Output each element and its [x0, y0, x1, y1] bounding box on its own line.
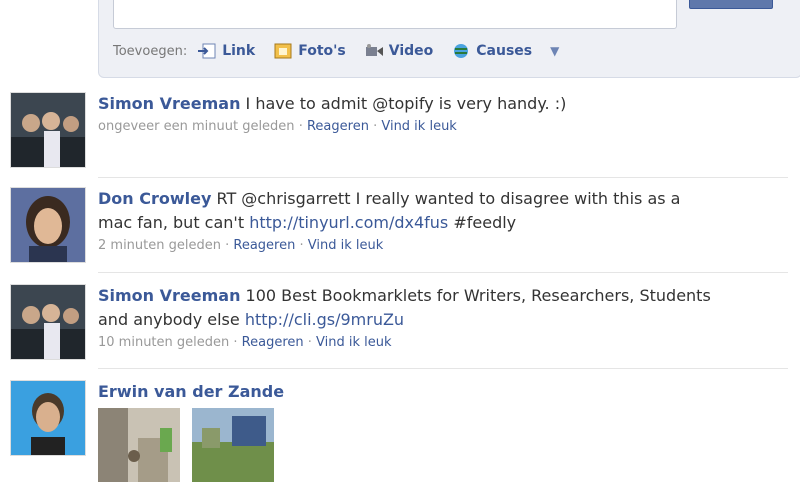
message-link[interactable]: http://tinyurl.com/dx4fus — [249, 213, 448, 232]
separator: · — [220, 238, 234, 253]
like-link[interactable]: Vind ik leuk — [381, 119, 457, 134]
like-link[interactable]: Vind ik leuk — [316, 335, 392, 350]
link-icon — [198, 43, 216, 59]
attachment-bar: Toevoegen: Link Foto's Video Causes ▼ — [113, 43, 559, 59]
story-meta: ongeveer een minuut geleden · Reageren ·… — [98, 116, 718, 138]
timestamp[interactable]: 10 minuten geleden — [98, 335, 229, 350]
status-input[interactable] — [113, 0, 677, 29]
photo-icon — [274, 43, 292, 59]
comment-link[interactable]: Reageren — [242, 335, 304, 350]
share-button[interactable] — [689, 0, 773, 9]
story-message: Erwin van der Zande — [98, 380, 718, 404]
message-text: I have to admit @topify is very handy. :… — [240, 94, 567, 113]
attach-video-label: Video — [388, 43, 434, 59]
story-message: Don Crowley RT @chrisgarrett I really wa… — [98, 187, 718, 235]
comment-link[interactable]: Reageren — [233, 238, 295, 253]
author-name[interactable]: Erwin van der Zande — [98, 382, 284, 401]
separator: · — [303, 335, 317, 350]
separator: · — [294, 119, 307, 134]
author-name[interactable]: Simon Vreeman — [98, 286, 240, 305]
photo-thumbnail[interactable] — [98, 408, 180, 482]
avatar[interactable] — [10, 92, 86, 168]
photo-thumbnail[interactable] — [192, 408, 274, 482]
video-icon — [365, 44, 383, 56]
attach-photo-button[interactable]: Foto's — [273, 43, 346, 59]
status-composer: Toevoegen: Link Foto's Video Causes ▼ — [98, 0, 800, 78]
story-divider — [98, 177, 788, 178]
timestamp[interactable]: ongeveer een minuut geleden — [98, 119, 295, 134]
story-meta: 2 minuten geleden · Reageren · Vind ik l… — [98, 235, 718, 257]
attach-link-label: Link — [222, 43, 256, 59]
story-body: Simon Vreeman I have to admit @topify is… — [98, 92, 718, 138]
separator: · — [229, 335, 242, 350]
attach-causes-label: Causes — [476, 43, 533, 59]
attach-video-button[interactable]: Video — [364, 43, 434, 59]
author-name[interactable]: Don Crowley — [98, 189, 211, 208]
story-message: Simon Vreeman I have to admit @topify is… — [98, 92, 718, 116]
separator: · — [295, 238, 308, 253]
timestamp[interactable]: 2 minuten geleden — [98, 238, 221, 253]
story-divider — [98, 272, 788, 273]
story-divider — [98, 368, 788, 369]
story-meta: 10 minuten geleden · Reageren · Vind ik … — [98, 332, 718, 354]
avatar[interactable] — [10, 380, 86, 456]
message-text-after: #feedly — [448, 213, 517, 232]
author-name[interactable]: Simon Vreeman — [98, 94, 240, 113]
message-link[interactable]: http://cli.gs/9mruZu — [245, 310, 404, 329]
comment-link[interactable]: Reageren — [307, 119, 369, 134]
avatar[interactable] — [10, 187, 86, 263]
attach-causes-button[interactable]: Causes — [451, 43, 532, 59]
chevron-down-icon[interactable]: ▼ — [550, 44, 559, 58]
attach-photo-label: Foto's — [298, 43, 346, 59]
story-message: Simon Vreeman 100 Best Bookmarklets for … — [98, 284, 718, 332]
story-body: Erwin van der Zande — [98, 380, 718, 404]
attach-label: Toevoegen: — [113, 43, 188, 59]
separator: · — [368, 119, 382, 134]
like-link[interactable]: Vind ik leuk — [308, 238, 384, 253]
avatar[interactable] — [10, 284, 86, 360]
attach-link-button[interactable]: Link — [197, 43, 255, 59]
story-body: Don Crowley RT @chrisgarrett I really wa… — [98, 187, 718, 257]
causes-icon — [454, 44, 469, 58]
story-body: Simon Vreeman 100 Best Bookmarklets for … — [98, 284, 718, 354]
